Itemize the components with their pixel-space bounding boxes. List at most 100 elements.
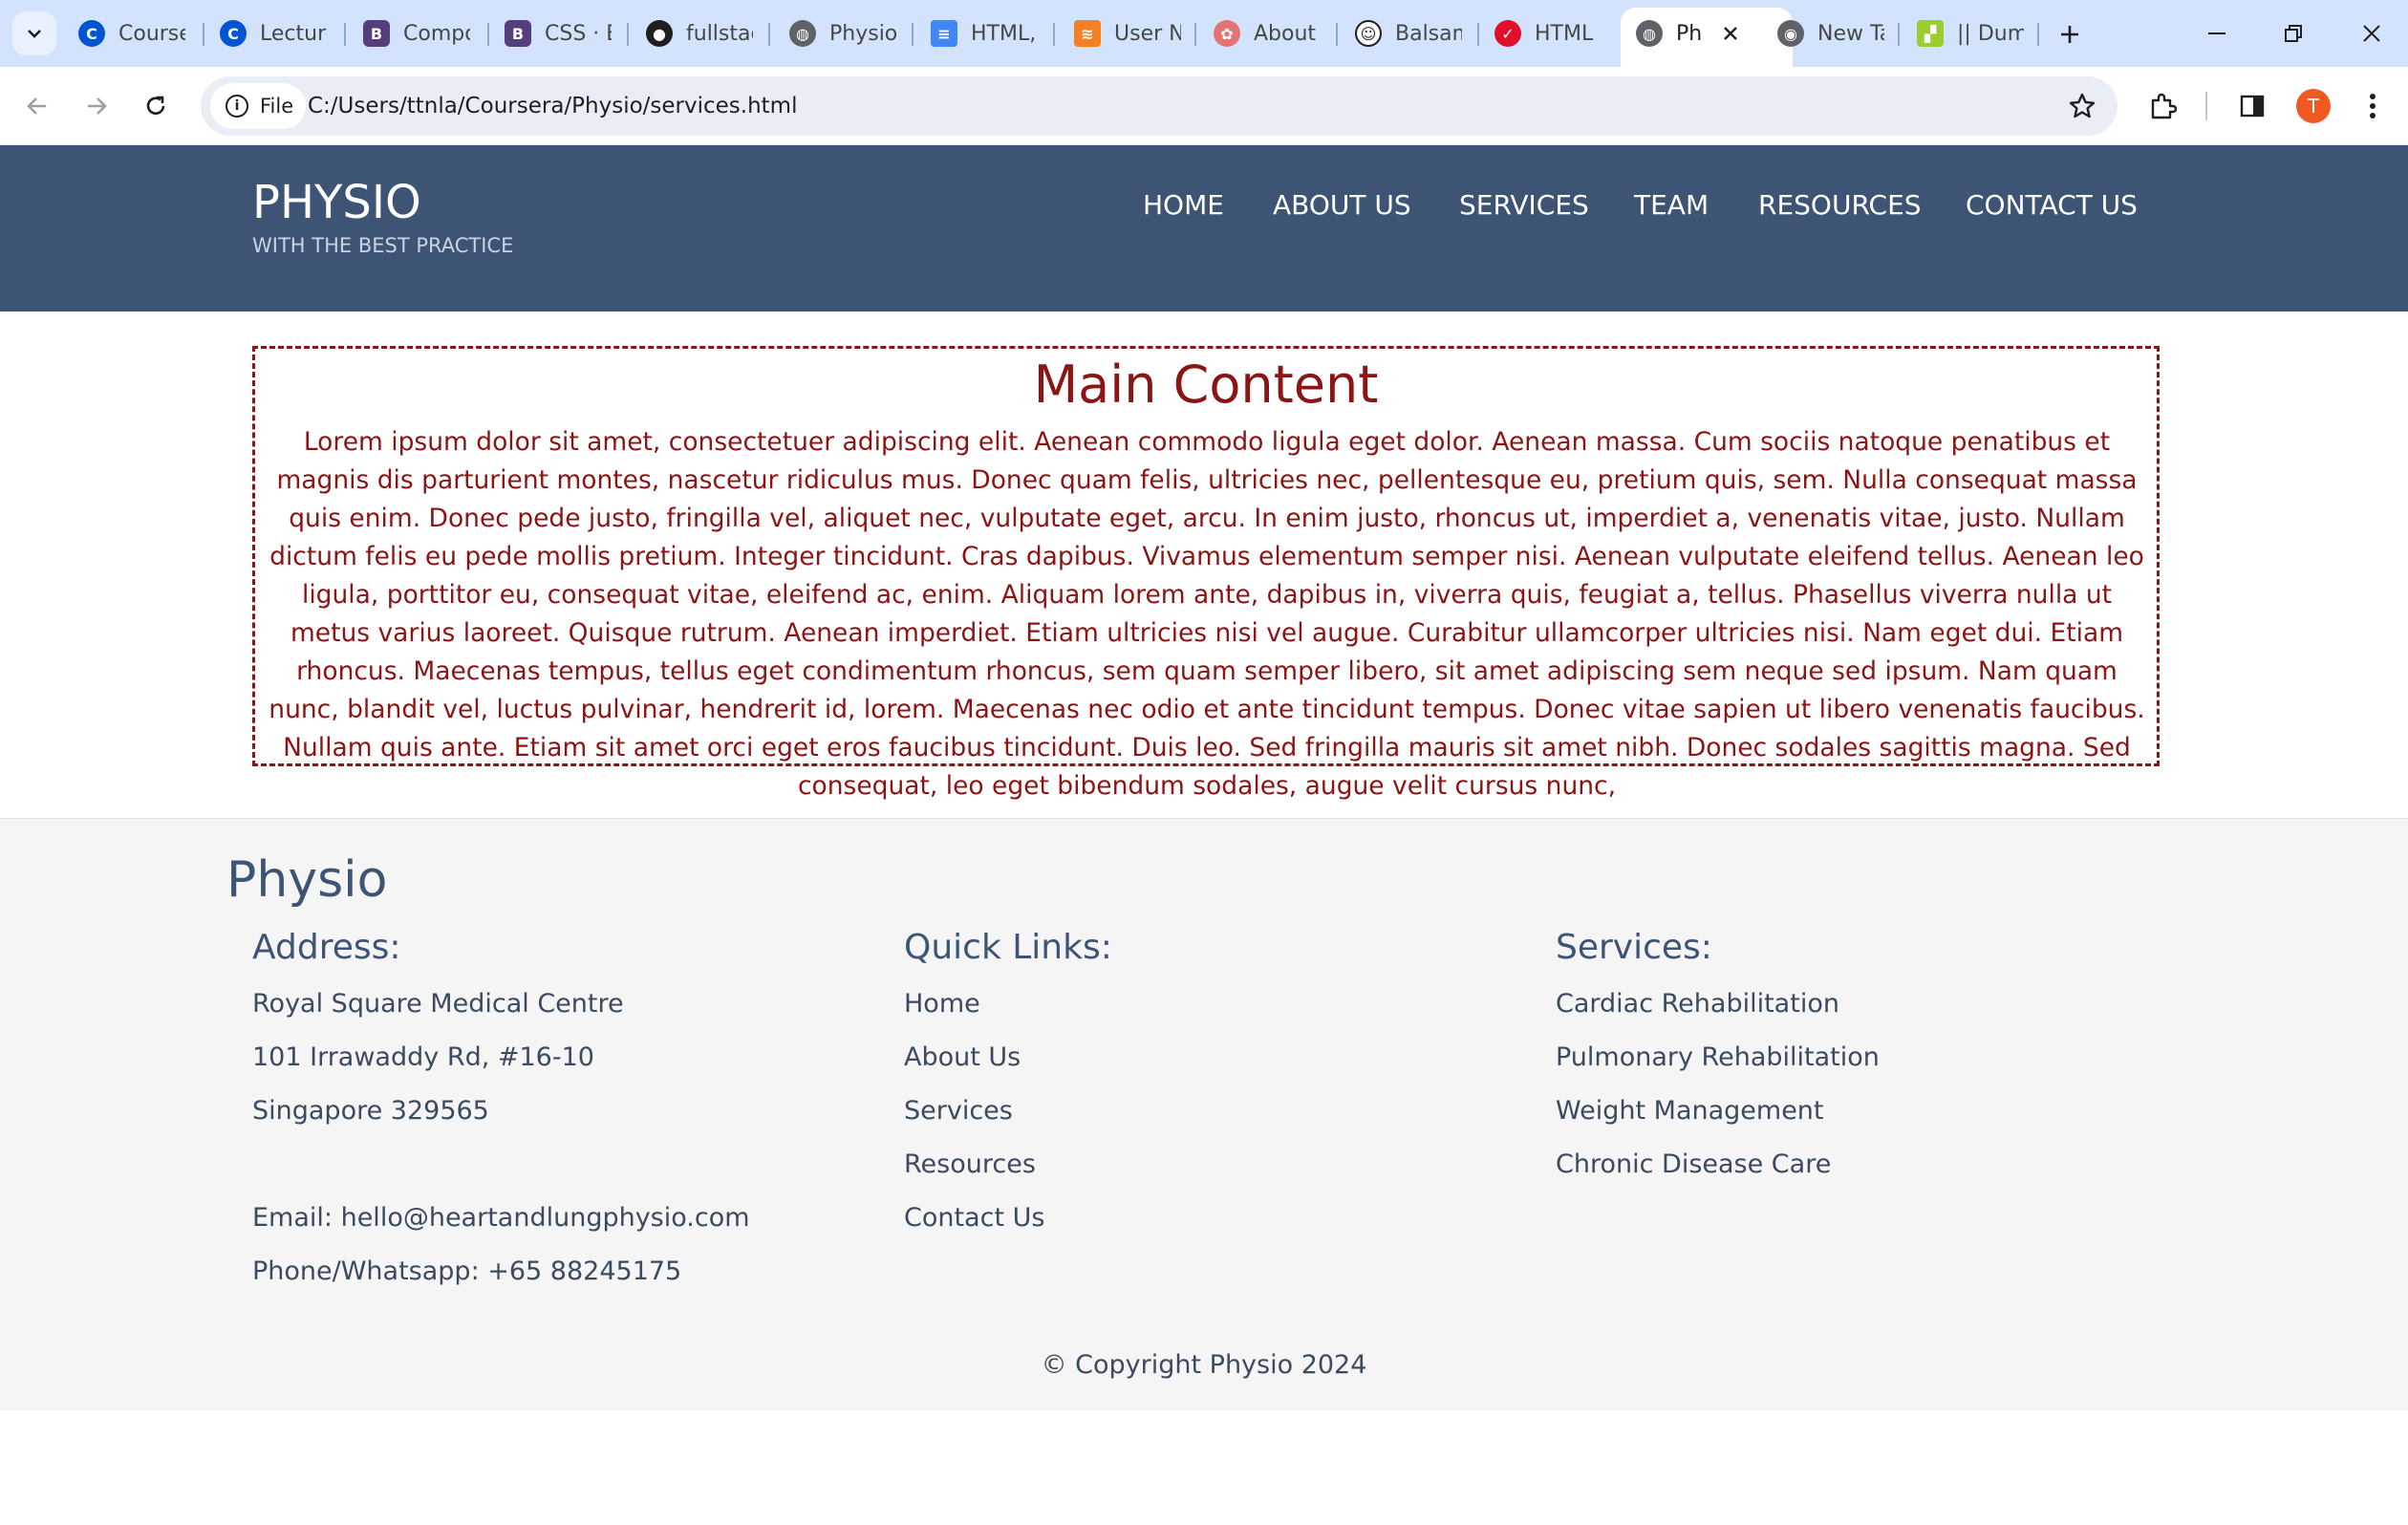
footer-link-home[interactable]: Home [904,989,980,1019]
site-brand[interactable]: PHYSIO [252,176,421,229]
footer-link-services[interactable]: Services [904,1096,1013,1126]
footer-service-item[interactable]: Pulmonary Rehabilitation [1556,1042,1880,1072]
tab-separator [1194,23,1196,46]
footer-phone[interactable]: Phone/Whatsapp: +65 88245175 [252,1257,681,1286]
footer-link-about-us[interactable]: About Us [904,1042,1021,1072]
stackoverflow-icon: ≋ [1074,20,1101,47]
arrow-right-icon [88,97,107,115]
main-content-text: Lorem ipsum dolor sit amet, consectetuer… [269,427,2145,801]
footer-service-item[interactable]: Weight Management [1556,1096,1824,1126]
footer-email[interactable]: Email: hello@heartandlungphysio.com [252,1203,750,1233]
close-window-button[interactable] [2343,10,2400,57]
globe-icon: ◍ [1636,20,1663,47]
tab-separator [627,23,629,46]
plus-icon [2061,26,2078,43]
restore-icon [2285,25,2302,42]
new-tab-button[interactable] [2051,15,2089,54]
nav-contact-us[interactable]: CONTACT US [1966,189,2138,221]
footer-address-column: Address: Royal Square Medical Centre 101… [252,928,826,1286]
bootstrap-icon: B [505,20,531,47]
side-panel-icon [2240,95,2265,118]
tab-separator [2037,23,2039,46]
footer-link-resources[interactable]: Resources [904,1149,1036,1179]
browser-toolbar: i File C:/Users/ttnla/Coursera/Physio/se… [0,67,2408,145]
browser-tab-10[interactable]: ✓ HTML ( [1494,13,1602,54]
tab-separator [1053,23,1055,46]
close-icon [1724,27,1737,40]
restore-button[interactable] [2265,10,2322,57]
site-header: PHYSIO WITH THE BEST PRACTICE HOME ABOUT… [0,145,2408,311]
browser-tab-0[interactable]: C Course [78,13,185,54]
address-bar[interactable]: i File C:/Users/ttnla/Coursera/Physio/se… [201,76,2118,136]
smiley-icon: ☺ [1355,20,1382,47]
bookmark-button[interactable] [2066,90,2098,122]
chevron-down-icon [28,30,41,38]
site-info-chip[interactable]: i File [210,83,306,129]
nav-resources[interactable]: RESOURCES [1758,189,1922,221]
main-content-box: Main Content Lorem ipsum dolor sit amet,… [252,346,2160,801]
tab-search-button[interactable] [12,11,56,55]
reload-icon [146,96,165,115]
forward-button[interactable] [75,84,118,128]
browser-tab-1[interactable]: CLecture [220,13,327,54]
arrow-left-icon [27,97,46,115]
tab-separator [912,23,914,46]
coursera-icon: C [78,20,105,47]
browser-menu-button[interactable] [2351,84,2395,128]
browser-tab-9[interactable]: ☺Balsam [1355,13,1462,54]
browser-tab-8[interactable]: ✿ About [1214,13,1328,54]
globe-icon: ◍ [789,20,816,47]
profile-avatar[interactable]: T [2296,89,2331,123]
tab-separator [768,23,770,46]
footer-quick-links-heading: Quick Links: [904,928,1112,967]
tab-separator [487,23,489,46]
extensions-button[interactable] [2140,84,2184,128]
url-text[interactable]: C:/Users/ttnla/Coursera/Physio/services.… [308,76,797,136]
minimize-icon [2208,32,2225,34]
browser-tab-13[interactable]: ▞ || Dum [1917,13,2024,54]
tab-separator [1898,23,1900,46]
chrome-icon: ◉ [1777,20,1804,47]
minimize-button[interactable] [2188,10,2246,57]
nav-home[interactable]: HOME [1143,189,1224,221]
footer-services-heading: Services: [1556,928,1712,967]
site-tagline: WITH THE BEST PRACTICE [252,234,514,257]
site-footer: Physio Address: Royal Square Medical Cen… [0,818,2408,1410]
footer-services-column: Services: Cardiac Rehabilitation Pulmona… [1556,928,2129,1179]
star-icon [2069,93,2096,118]
side-panel-button[interactable] [2230,84,2274,128]
browser-tab-6[interactable]: ≡ HTML, [931,13,1038,54]
docs-icon: ≡ [931,20,957,47]
nav-about-us[interactable]: ABOUT US [1273,189,1411,221]
browser-tab-3[interactable]: BCSS · B [505,13,612,54]
dummy-icon: ▞ [1917,20,1944,47]
puzzle-icon [2151,93,2177,119]
nav-services[interactable]: SERVICES [1459,189,1589,221]
address-line: Singapore 329565 [252,1096,489,1126]
kebab-menu-icon [2370,94,2376,118]
close-icon [2363,25,2380,42]
browser-tab-4[interactable]: ●fullstac [646,13,753,54]
browser-tab-7[interactable]: ≋ User N [1074,13,1181,54]
close-tab-button[interactable] [1714,17,1747,50]
browser-tab-12[interactable]: ◉New Ta [1777,13,1884,54]
footer-service-item[interactable]: Cardiac Rehabilitation [1556,989,1839,1019]
browser-tab-2[interactable]: B Compo [363,13,470,54]
footer-link-contact-us[interactable]: Contact Us [904,1203,1044,1233]
tab-separator [203,23,204,46]
browser-tab-5[interactable]: ◍ Physio [789,13,896,54]
about-icon: ✿ [1214,20,1240,47]
nav-team[interactable]: TEAM [1634,189,1709,221]
htmlcheck-icon: ✓ [1494,20,1521,47]
coursera-icon: C [220,20,247,47]
address-line: Royal Square Medical Centre [252,989,624,1019]
footer-service-item[interactable]: Chronic Disease Care [1556,1149,1831,1179]
info-icon: i [226,95,248,118]
reload-button[interactable] [134,84,178,128]
file-chip-label: File [260,95,294,118]
main-content-title: Main Content [1033,354,1379,415]
address-line: 101 Irrawaddy Rd, #16-10 [252,1042,594,1072]
tab-separator [1336,23,1338,46]
back-button[interactable] [15,84,59,128]
footer-brand: Physio [226,851,388,909]
